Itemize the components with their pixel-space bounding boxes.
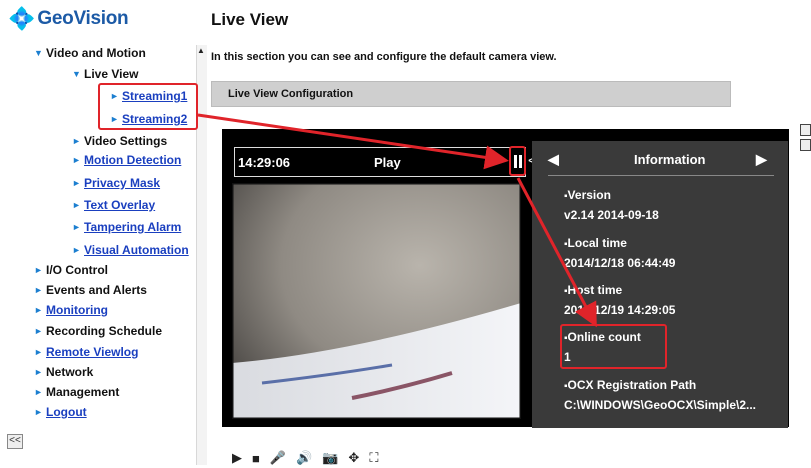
arrow-to-online-count	[516, 177, 597, 328]
arrow-to-pause	[197, 113, 509, 170]
annotation-arrows	[197, 113, 597, 328]
